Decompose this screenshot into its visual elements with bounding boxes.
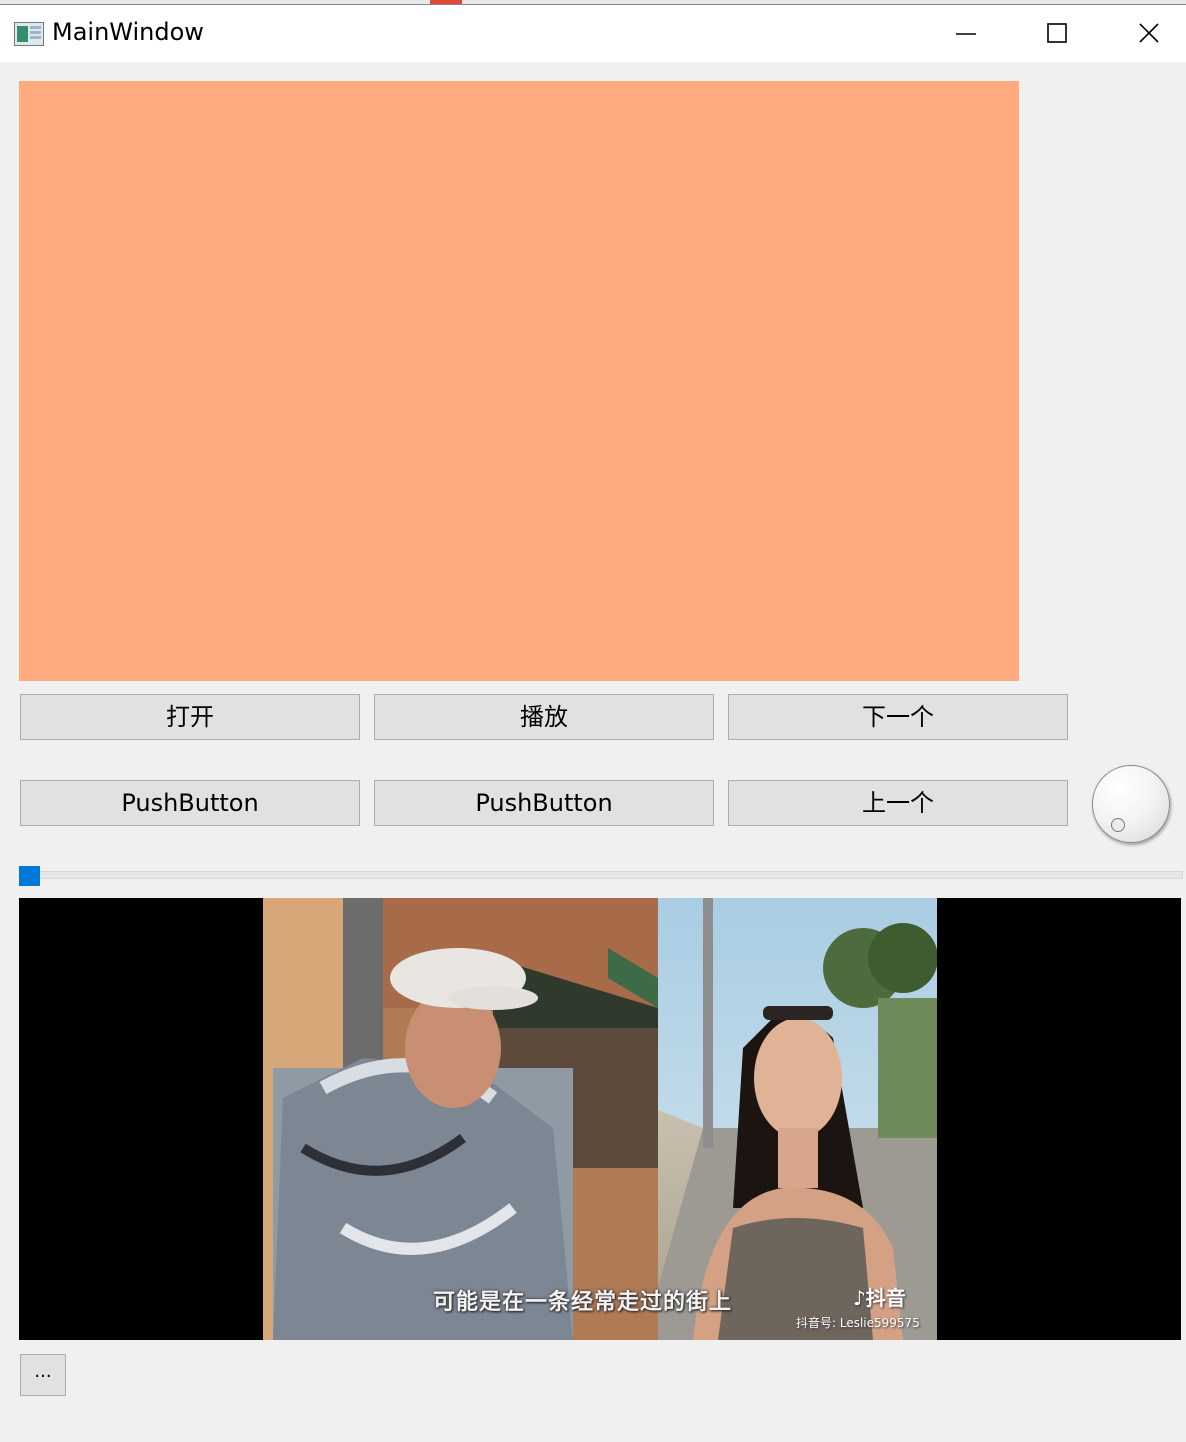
douyin-brand-text: 抖音 — [865, 1286, 906, 1310]
close-icon — [1139, 23, 1159, 43]
douyin-account-id: 抖音号: Leslie599575 — [796, 1316, 920, 1330]
push-button-2[interactable]: PushButton — [374, 780, 714, 826]
minimize-button[interactable] — [921, 5, 1013, 62]
video-player[interactable]: 可能是在一条经常走过的街上 ♪抖音 抖音号: Leslie599575 — [19, 898, 1181, 1340]
next-button[interactable]: 下一个 — [728, 694, 1068, 740]
play-button[interactable]: 播放 — [374, 694, 714, 740]
more-button[interactable]: ... — [20, 1354, 66, 1396]
app-icon — [14, 22, 44, 46]
progress-slider-groove[interactable] — [19, 871, 1183, 879]
progress-slider-handle[interactable] — [19, 866, 40, 886]
video-frame: 可能是在一条经常走过的街上 ♪抖音 抖音号: Leslie599575 — [263, 898, 937, 1340]
douyin-logo: ♪抖音 — [853, 1282, 906, 1311]
video-subtitle: 可能是在一条经常走过的街上 — [433, 1290, 733, 1315]
video-widget — [19, 81, 1019, 681]
open-button[interactable]: 打开 — [20, 694, 360, 740]
previous-button[interactable]: 上一个 — [728, 780, 1068, 826]
minimize-icon — [956, 33, 976, 35]
video-frame-image — [263, 898, 937, 1340]
main-window: MainWindow 打开 播放 下一个 PushButton PushButt… — [0, 4, 1186, 1442]
window-title: MainWindow — [52, 18, 204, 46]
music-note-icon: ♪ — [853, 1286, 866, 1310]
title-bar[interactable]: MainWindow — [0, 5, 1186, 62]
volume-dial[interactable] — [1092, 765, 1170, 843]
maximize-icon — [1047, 23, 1067, 43]
close-button[interactable] — [1104, 5, 1186, 62]
push-button-1[interactable]: PushButton — [20, 780, 360, 826]
dial-knob[interactable] — [1111, 818, 1125, 832]
maximize-button[interactable] — [1012, 5, 1104, 62]
